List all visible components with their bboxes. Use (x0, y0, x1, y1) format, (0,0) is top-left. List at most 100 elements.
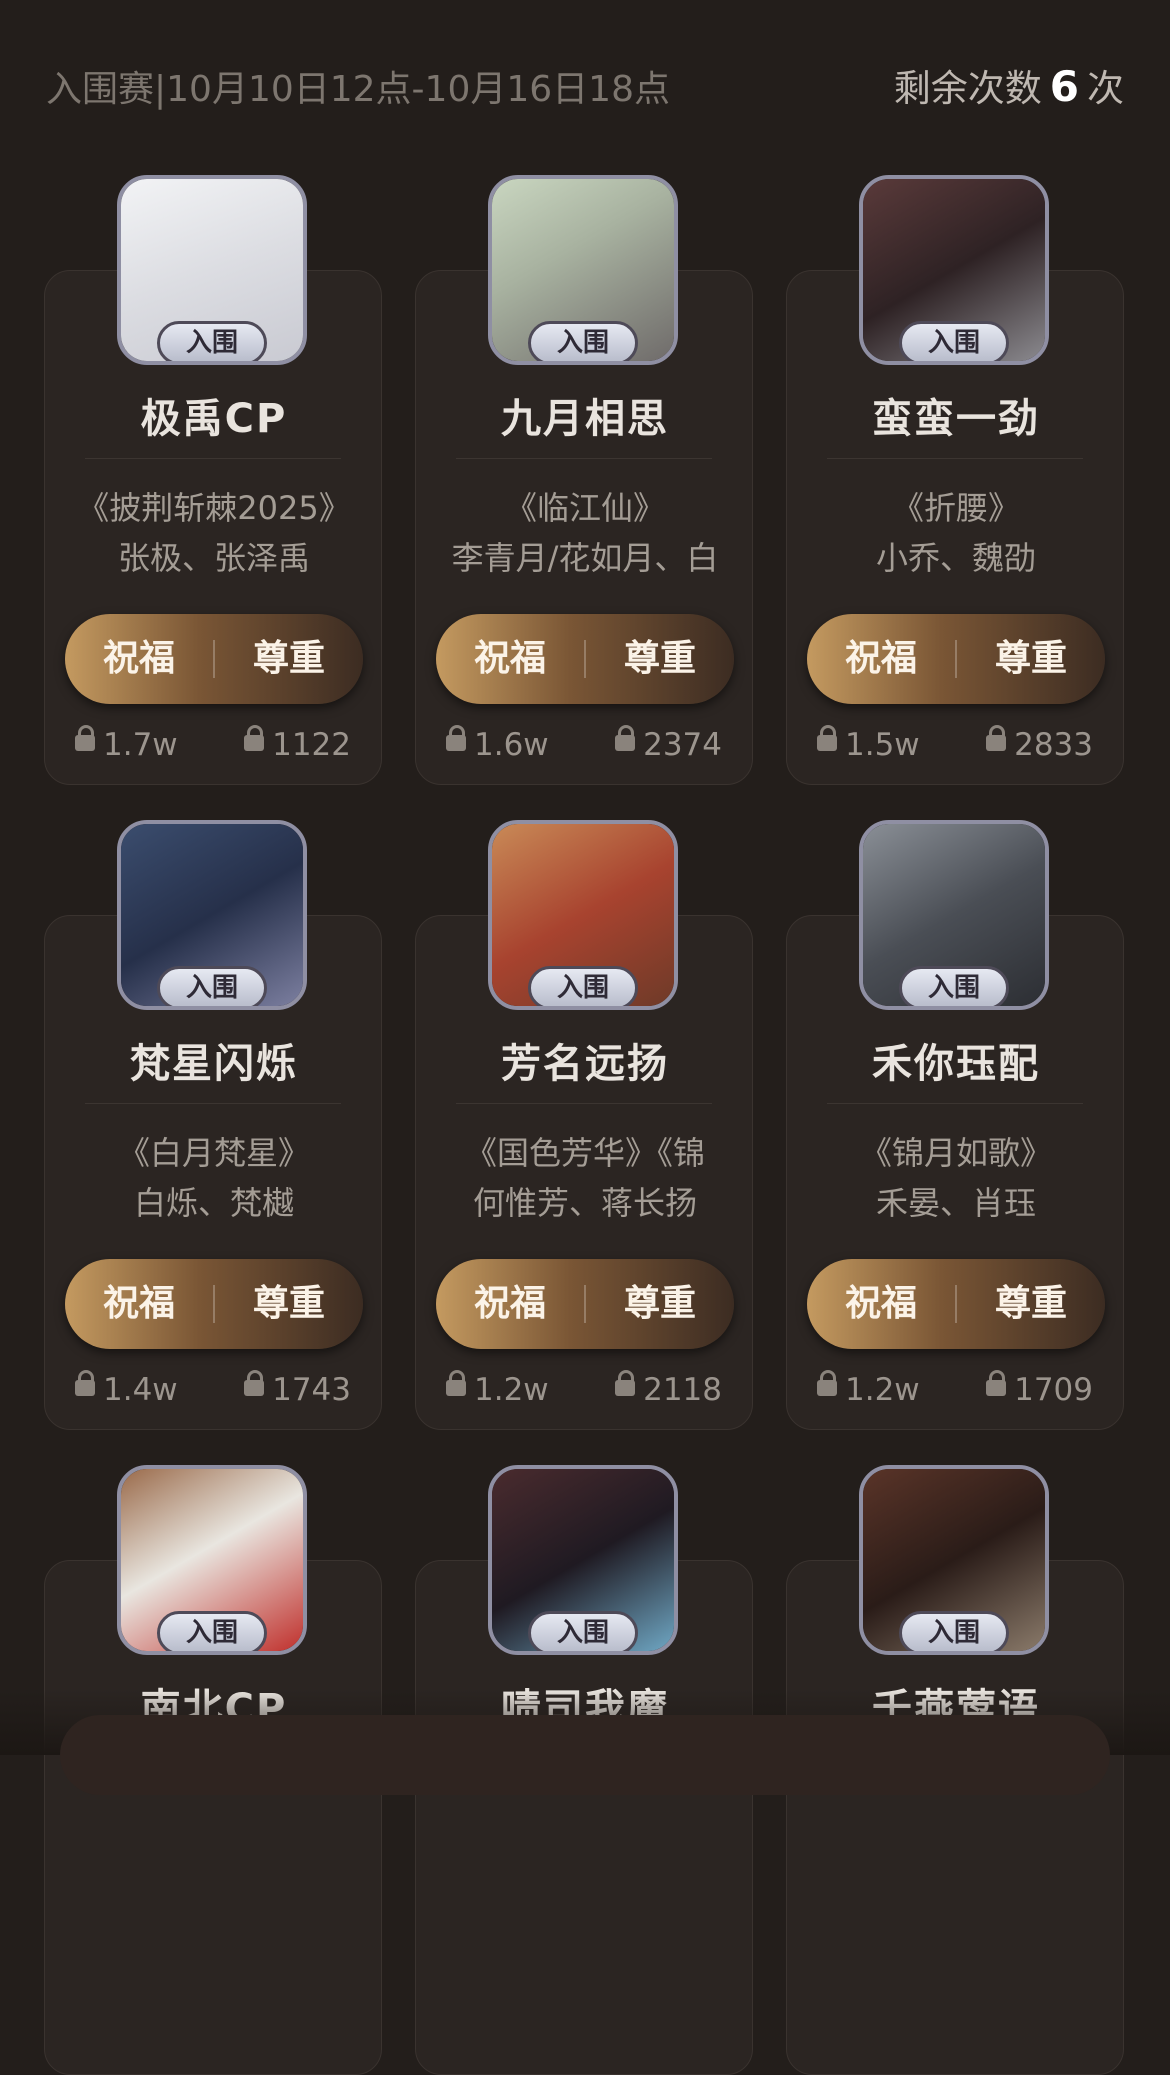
lock-icon (986, 1369, 1007, 1396)
candidate-avatar[interactable]: 入围 (117, 175, 307, 365)
lock-icon (615, 724, 636, 751)
work-title: 《国色芳华》《锦 (464, 1134, 705, 1172)
bless-button[interactable]: 祝福 (436, 614, 584, 704)
cp-name: 芳名远扬 (501, 1041, 669, 1087)
lock-icon (244, 1369, 265, 1396)
candidate-avatar[interactable]: 入围 (488, 175, 678, 365)
respect-count-value: 1743 (272, 1372, 351, 1408)
work-title: 《白月梵星》 (117, 1134, 310, 1172)
respect-count: 2833 (986, 724, 1093, 763)
candidate-card[interactable]: 入围 南北CP (44, 1465, 382, 2075)
respect-count: 2118 (615, 1369, 722, 1408)
shortlist-badge: 入围 (528, 966, 638, 1006)
lock-icon (986, 724, 1007, 751)
respect-count-value: 2118 (643, 1372, 722, 1408)
respect-count-value: 2833 (1014, 727, 1093, 763)
candidate-grid: 入围 极禹CP 《披荆斩棘2025》 张极、张泽禹 祝福 尊重 1.7w 112… (0, 0, 1170, 2075)
work-title: 《临江仙》 (504, 489, 665, 527)
divider (456, 1103, 712, 1104)
bless-count-value: 1.5w (845, 727, 920, 763)
divider (85, 458, 341, 459)
respect-count-value: 2374 (643, 727, 722, 763)
shortlist-badge: 入围 (899, 1611, 1009, 1651)
vote-actions: 祝福 尊重 (65, 614, 363, 704)
shortlist-badge: 入围 (157, 966, 267, 1006)
candidate-avatar[interactable]: 入围 (859, 175, 1049, 365)
candidate-card[interactable]: 入围 芳名远扬 《国色芳华》《锦 何惟芳、蒋长扬 祝福 尊重 1.2w 2118 (415, 820, 753, 1430)
character-names: 禾晏、肖珏 (875, 1184, 1036, 1222)
bless-count: 1.2w (817, 1369, 920, 1408)
respect-count: 1122 (244, 724, 351, 763)
bottom-action-bar[interactable] (60, 1715, 1110, 1795)
respect-button[interactable]: 尊重 (957, 614, 1105, 704)
work-title: 《披荆斩棘2025》 (77, 489, 351, 527)
cp-name: 梵星闪烁 (130, 1041, 298, 1087)
cp-name: 九月相思 (501, 396, 669, 442)
vote-actions: 祝福 尊重 (65, 1259, 363, 1349)
shortlist-badge: 入围 (899, 321, 1009, 361)
candidate-card[interactable]: 入围 九月相思 《临江仙》 李青月/花如月、白 祝福 尊重 1.6w 2374 (415, 175, 753, 785)
bless-button[interactable]: 祝福 (65, 614, 213, 704)
respect-count: 2374 (615, 724, 722, 763)
lock-icon (446, 1369, 466, 1396)
candidate-card[interactable]: 入围 啧司我魔 (415, 1465, 753, 2075)
character-names: 小乔、魏劭 (875, 539, 1036, 577)
respect-count-value: 1709 (1014, 1372, 1093, 1408)
shortlist-badge: 入围 (899, 966, 1009, 1006)
bless-count-value: 1.4w (103, 1372, 178, 1408)
character-names: 何惟芳、蒋长扬 (472, 1184, 697, 1222)
lock-icon (817, 724, 837, 751)
vote-actions: 祝福 尊重 (807, 1259, 1105, 1349)
work-title: 《锦月如歌》 (859, 1134, 1052, 1172)
bless-count-value: 1.2w (474, 1372, 549, 1408)
candidate-card[interactable]: 入围 禾你珏配 《锦月如歌》 禾晏、肖珏 祝福 尊重 1.2w 1709 (786, 820, 1124, 1430)
character-names: 李青月/花如月、白 (451, 539, 719, 577)
candidate-avatar[interactable]: 入围 (488, 1465, 678, 1655)
bless-button[interactable]: 祝福 (807, 614, 955, 704)
respect-button[interactable]: 尊重 (957, 1259, 1105, 1349)
candidate-avatar[interactable]: 入围 (117, 1465, 307, 1655)
bless-button[interactable]: 祝福 (65, 1259, 213, 1349)
bless-count: 1.4w (75, 1369, 178, 1408)
vote-actions: 祝福 尊重 (807, 614, 1105, 704)
bless-count-value: 1.6w (474, 727, 549, 763)
shortlist-badge: 入围 (157, 1611, 267, 1651)
cp-name: 极禹CP (140, 396, 288, 442)
character-names: 白烁、梵樾 (133, 1184, 294, 1222)
bless-button[interactable]: 祝福 (436, 1259, 584, 1349)
candidate-avatar[interactable]: 入围 (859, 820, 1049, 1010)
divider (85, 1103, 341, 1104)
bless-count: 1.2w (446, 1369, 549, 1408)
candidate-card[interactable]: 入围 蛮蛮一劲 《折腰》 小乔、魏劭 祝福 尊重 1.5w 2833 (786, 175, 1124, 785)
candidate-avatar[interactable]: 入围 (859, 1465, 1049, 1655)
candidate-card[interactable]: 入围 梵星闪烁 《白月梵星》 白烁、梵樾 祝福 尊重 1.4w 1743 (44, 820, 382, 1430)
lock-icon (244, 724, 265, 751)
bless-count-value: 1.2w (845, 1372, 920, 1408)
respect-count: 1709 (986, 1369, 1093, 1408)
bless-count: 1.7w (75, 724, 178, 763)
candidate-avatar[interactable]: 入围 (488, 820, 678, 1010)
respect-count-value: 1122 (272, 727, 351, 763)
bless-count: 1.6w (446, 724, 549, 763)
respect-button[interactable]: 尊重 (586, 614, 734, 704)
candidate-card[interactable]: 入围 千燕莺语 (786, 1465, 1124, 2075)
respect-button[interactable]: 尊重 (215, 1259, 363, 1349)
lock-icon (75, 724, 95, 751)
divider (827, 1103, 1083, 1104)
candidate-avatar[interactable]: 入围 (117, 820, 307, 1010)
bless-button[interactable]: 祝福 (807, 1259, 955, 1349)
divider (456, 458, 712, 459)
work-title: 《折腰》 (891, 489, 1020, 527)
vote-actions: 祝福 尊重 (436, 1259, 734, 1349)
shortlist-badge: 入围 (528, 321, 638, 361)
respect-button[interactable]: 尊重 (586, 1259, 734, 1349)
lock-icon (75, 1369, 95, 1396)
respect-count: 1743 (244, 1369, 351, 1408)
candidate-card[interactable]: 入围 极禹CP 《披荆斩棘2025》 张极、张泽禹 祝福 尊重 1.7w 112… (44, 175, 382, 785)
shortlist-badge: 入围 (528, 1611, 638, 1651)
lock-icon (615, 1369, 636, 1396)
divider (827, 458, 1083, 459)
respect-button[interactable]: 尊重 (215, 614, 363, 704)
character-names: 张极、张泽禹 (117, 539, 310, 577)
vote-actions: 祝福 尊重 (436, 614, 734, 704)
